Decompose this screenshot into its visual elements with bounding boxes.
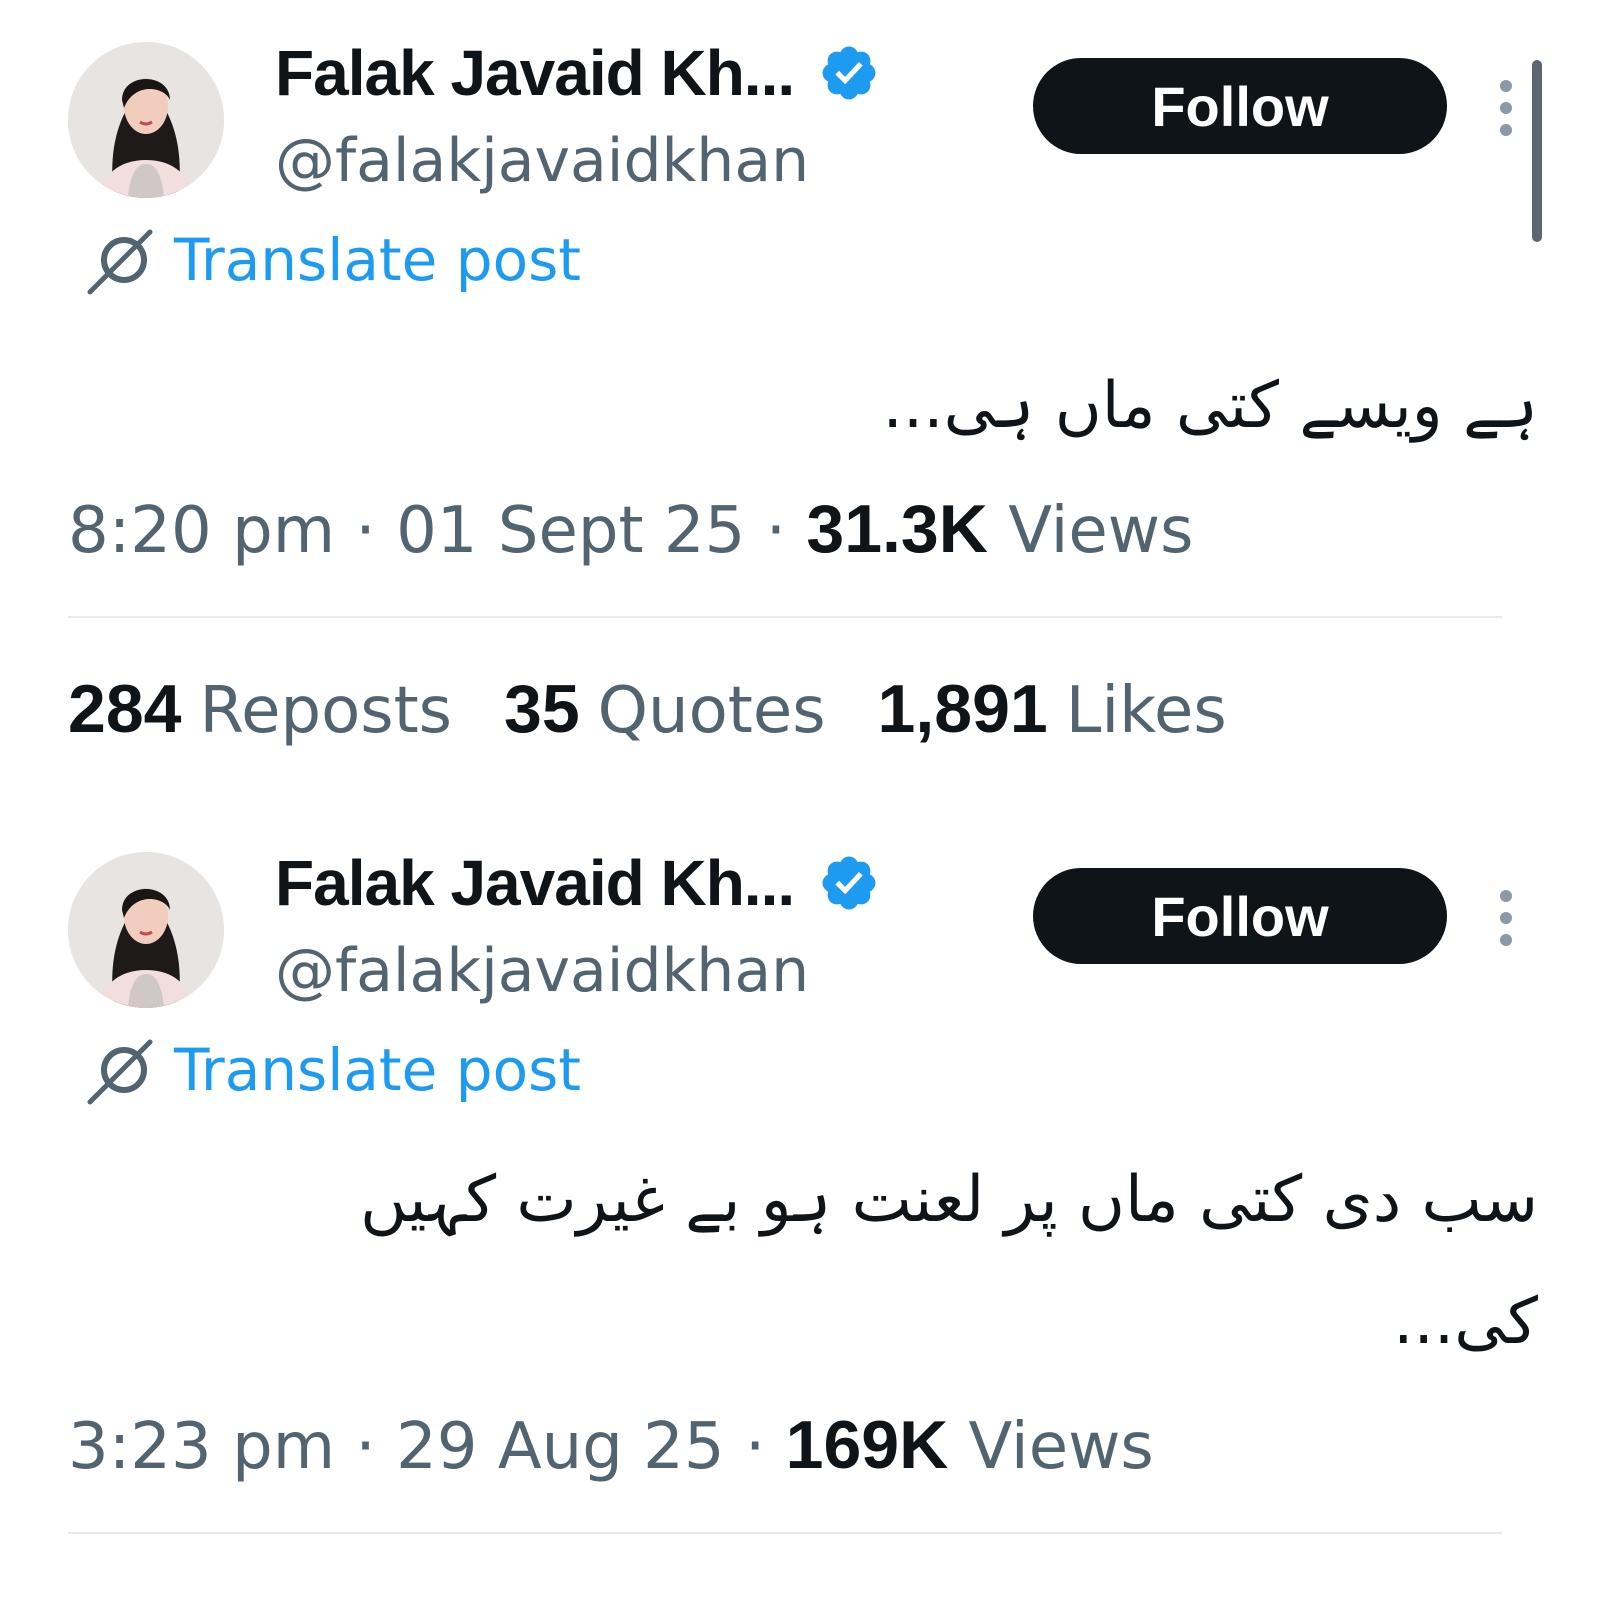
post-date[interactable]: 29 Aug 25 [396, 1410, 725, 1484]
verified-badge-icon[interactable] [818, 852, 880, 914]
separator: · [765, 494, 787, 568]
post-meta: 8:20 pm · 01 Sept 25 · 31.3K Views [68, 490, 1193, 568]
separator: · [744, 1410, 766, 1484]
translate-post-label: Translate post [174, 226, 582, 294]
avatar-image [68, 42, 224, 198]
likes-count: 1,891 [877, 671, 1048, 747]
post-detail-page: Falak Javaid Kh... @falakjavaidkhan Foll… [0, 0, 1600, 1600]
quotes-count: 35 [504, 671, 580, 747]
post-date[interactable]: 01 Sept 25 [396, 494, 745, 568]
divider [68, 1532, 1502, 1534]
engagement-stats: 284 Reposts 35 Quotes 1,891 Likes [68, 670, 1279, 748]
author-display-name[interactable]: Falak Javaid Kh... [275, 36, 880, 110]
quotes-label: Quotes [597, 674, 826, 748]
translate-post-link[interactable]: Translate post [86, 1034, 581, 1106]
verified-badge-icon[interactable] [818, 42, 880, 104]
author-name-text: Falak Javaid Kh... [275, 847, 795, 919]
post-time[interactable]: 8:20 pm [68, 494, 335, 568]
author-handle[interactable]: @falakjavaidkhan [275, 936, 809, 1006]
views-label: Views [968, 1410, 1154, 1484]
quotes-stat[interactable]: 35 Quotes [504, 670, 826, 748]
post-text: سب دی کتی ماں پر لعنت ہو بے غیرت کہیں کی… [360, 1163, 1538, 1359]
reposts-label: Reposts [199, 674, 452, 748]
post-meta: 3:23 pm · 29 Aug 25 · 169K Views [68, 1406, 1154, 1484]
more-options-icon[interactable] [1486, 80, 1526, 136]
scrollbar[interactable] [1532, 60, 1542, 242]
views-count: 169K [785, 1407, 949, 1483]
likes-label: Likes [1065, 674, 1227, 748]
author-handle[interactable]: @falakjavaidkhan [275, 126, 809, 196]
translate-post-link[interactable]: Translate post [86, 224, 581, 296]
reposts-stat[interactable]: 284 Reposts [68, 670, 452, 748]
translate-icon [86, 224, 158, 296]
post-1: Falak Javaid Kh... @falakjavaidkhan Foll… [0, 0, 1600, 748]
translate-icon [86, 1034, 158, 1106]
post-text: ہے ویسے کتی ماں ہی... [882, 369, 1538, 443]
views-count: 31.3K [806, 491, 988, 567]
post-time[interactable]: 3:23 pm [68, 1410, 335, 1484]
avatar[interactable] [68, 42, 224, 198]
post-2: Falak Javaid Kh... @falakjavaidkhan Foll… [0, 810, 1600, 1600]
more-options-icon[interactable] [1486, 890, 1526, 946]
reposts-count: 284 [68, 671, 182, 747]
author-name-text: Falak Javaid Kh... [275, 37, 795, 109]
separator: · [355, 1410, 376, 1484]
follow-button[interactable]: Follow [1033, 58, 1447, 154]
avatar[interactable] [68, 852, 224, 1008]
follow-button[interactable]: Follow [1033, 868, 1447, 964]
likes-stat[interactable]: 1,891 Likes [878, 670, 1227, 748]
avatar-image [68, 852, 224, 1008]
views-label: Views [1008, 494, 1194, 568]
author-display-name[interactable]: Falak Javaid Kh... [275, 846, 880, 920]
separator: · [355, 494, 376, 568]
divider [68, 616, 1502, 618]
translate-post-label: Translate post [174, 1036, 582, 1104]
